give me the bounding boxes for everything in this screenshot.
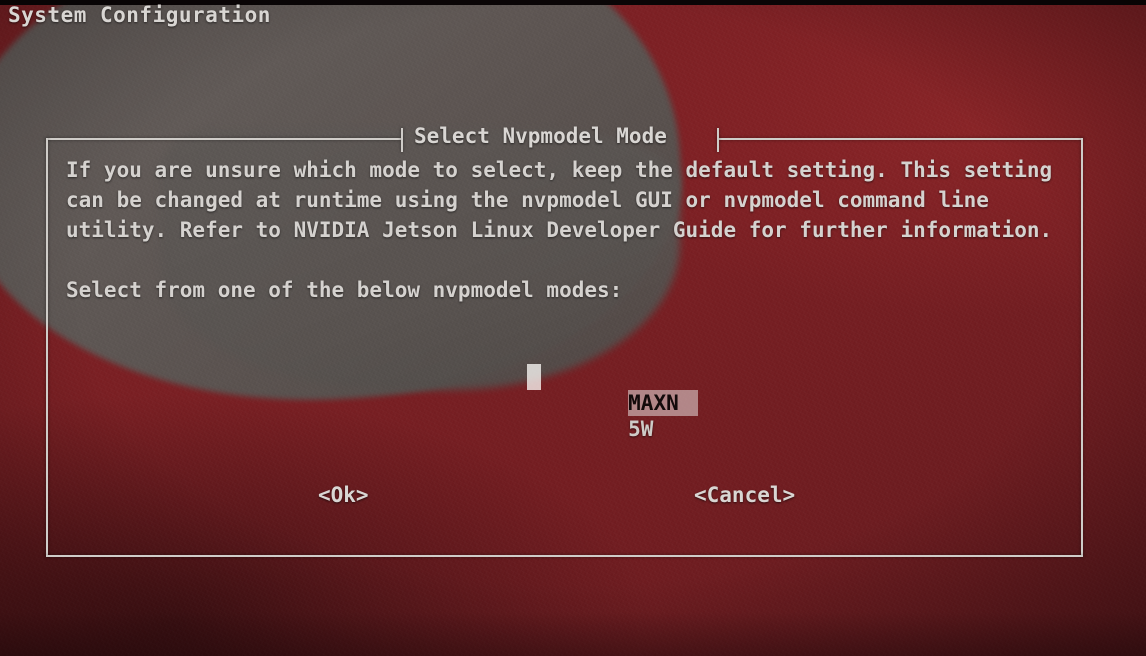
dialog-paragraph-intro: If you are unsure which mode to select, … [66,158,1065,242]
dialog-border-top-right [718,138,1083,140]
dialog-button-row: <Ok> <Cancel> [46,483,1083,517]
ok-button[interactable]: <Ok> [318,483,369,507]
dialog-body-text: If you are unsure which mode to select, … [66,155,1066,305]
nvpmodel-dialog: Select Nvpmodel Mode If you are unsure w… [46,124,1083,557]
cancel-button[interactable]: <Cancel> [694,483,795,507]
nvpmodel-mode-list[interactable]: MAXN 5W [527,364,699,441]
dialog-title-tick-right [717,128,719,152]
dialog-title: Select Nvpmodel Mode [414,124,667,148]
mode-list-item-maxn[interactable]: MAXN [527,364,699,416]
mode-list-item-5w-label: 5W [628,417,654,441]
dialog-border-top-left [46,138,401,140]
page-title: System Configuration [8,3,271,27]
dialog-border-bottom [46,555,1083,557]
text-cursor-block [527,364,541,390]
system-configuration-screen: System Configuration Select Nvpmodel Mod… [0,0,1146,656]
dialog-title-tick-left [401,128,403,152]
mode-list-item-5w[interactable]: 5W [527,390,653,441]
dialog-paragraph-prompt: Select from one of the below nvpmodel mo… [66,278,623,302]
